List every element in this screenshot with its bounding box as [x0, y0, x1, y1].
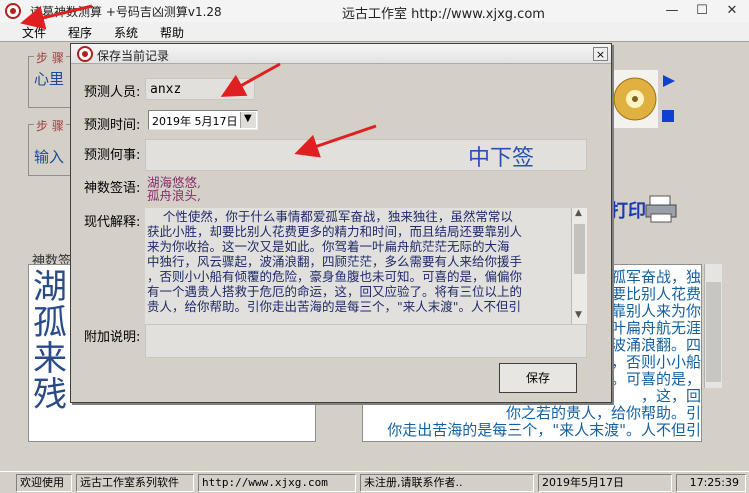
printer-icon[interactable]: [644, 194, 678, 227]
main-scrollbar-thumb[interactable]: [706, 282, 721, 382]
dialog-title: 保存当前记录: [97, 49, 170, 63]
big-char-3: 来: [33, 339, 67, 379]
play-icon[interactable]: [662, 74, 676, 91]
step1-label: 步 骤: [34, 49, 66, 66]
status-url: http://www.xjxg.com: [198, 474, 356, 492]
maximize-button[interactable]: ☐: [690, 2, 714, 20]
big-char-2: 孤: [33, 303, 67, 343]
window-title: 诸葛神数测算 +号码吉凶测算v1.28: [30, 5, 222, 19]
dialog-close-button[interactable]: ×: [593, 47, 608, 61]
maximize-icon: ☐: [696, 3, 708, 18]
menubar: 文件 程序 系统 帮助: [0, 22, 749, 42]
dialog-titlebar: 保存当前记录 ×: [71, 44, 611, 64]
matter-label: 预测何事:: [84, 148, 141, 163]
minimize-button[interactable]: —: [660, 2, 684, 20]
main-titlebar: 诸葛神数测算 +号码吉凶测算v1.28 远古工作室 http://www.xjx…: [0, 0, 749, 22]
menu-program[interactable]: 程序: [68, 24, 92, 41]
save-record-dialog: 保存当前记录 × 预测人员: anxz 预测时间: 2019年 5月17日 ▼ …: [70, 43, 612, 403]
modern-scrollbar[interactable]: ▲ ▼: [571, 208, 587, 324]
dialog-app-icon: [77, 46, 93, 65]
save-button[interactable]: 保存: [499, 363, 577, 393]
result-label: 中下签: [468, 146, 535, 171]
poem-label: 神数签语:: [84, 181, 141, 196]
status-welcome: 欢迎使用: [16, 474, 72, 492]
big-char-4: 残: [33, 375, 67, 415]
print-label[interactable]: 打印: [612, 197, 646, 223]
status-time: 17:25:39: [676, 474, 746, 492]
modern-textarea[interactable]: 个性使然，你于什么事情都爱孤军奋战，独来独往，虽然常常以 获此小胜，却要比别人花…: [145, 208, 587, 324]
step2-text: 输入: [34, 148, 65, 166]
time-label: 预测时间:: [84, 118, 141, 133]
person-value: anxz: [150, 82, 182, 97]
matter-input[interactable]: 中下签: [145, 139, 587, 171]
disc-icon: [612, 70, 658, 128]
status-software: 远古工作室系列软件: [76, 474, 194, 492]
poem-box: 湖海悠悠, 孤舟浪头,: [145, 175, 587, 205]
status-registration: 未注册,请联系作者..: [360, 474, 534, 492]
date-dropdown-button[interactable]: ▼: [240, 112, 256, 128]
modern-label: 现代解释:: [84, 215, 141, 230]
poem-line-2: 孤舟浪头,: [147, 188, 201, 203]
person-input[interactable]: anxz: [145, 78, 255, 100]
scroll-down-icon[interactable]: ▼: [575, 310, 582, 320]
minimize-icon: —: [665, 3, 679, 18]
stop-icon[interactable]: [662, 110, 674, 125]
date-value: 2019年 5月17日: [152, 115, 238, 128]
menu-system[interactable]: 系统: [114, 24, 138, 41]
close-icon: ×: [595, 48, 606, 61]
status-date: 2019年5月17日: [538, 474, 672, 492]
date-picker[interactable]: 2019年 5月17日 ▼: [148, 110, 258, 130]
close-icon: ✕: [726, 3, 738, 18]
scroll-up-icon[interactable]: ▲: [575, 208, 582, 218]
close-window-button[interactable]: ✕: [720, 2, 744, 20]
menu-help[interactable]: 帮助: [160, 24, 184, 41]
modern-text: 个性使然，你于什么事情都爱孤军奋战，独来独往，虽然常常以 获此小胜，却要比别人花…: [147, 209, 523, 314]
menu-file[interactable]: 文件: [22, 24, 46, 41]
note-label: 附加说明:: [84, 330, 141, 345]
statusbar: 欢迎使用 远古工作室系列软件 http://www.xjxg.com 未注册,请…: [0, 471, 749, 493]
person-label: 预测人员:: [84, 85, 141, 100]
app-icon: [5, 3, 21, 19]
step2-label: 步 骤: [34, 117, 66, 134]
modern-scrollbar-thumb[interactable]: [574, 224, 585, 274]
step1-text: 心里: [34, 70, 65, 88]
note-input[interactable]: [145, 324, 587, 358]
chevron-down-icon: ▼: [244, 113, 252, 124]
big-char-1: 湖: [33, 267, 67, 307]
window-studio-title: 远古工作室 http://www.xjxg.com: [342, 7, 545, 22]
main-scrollbar[interactable]: [704, 264, 722, 388]
